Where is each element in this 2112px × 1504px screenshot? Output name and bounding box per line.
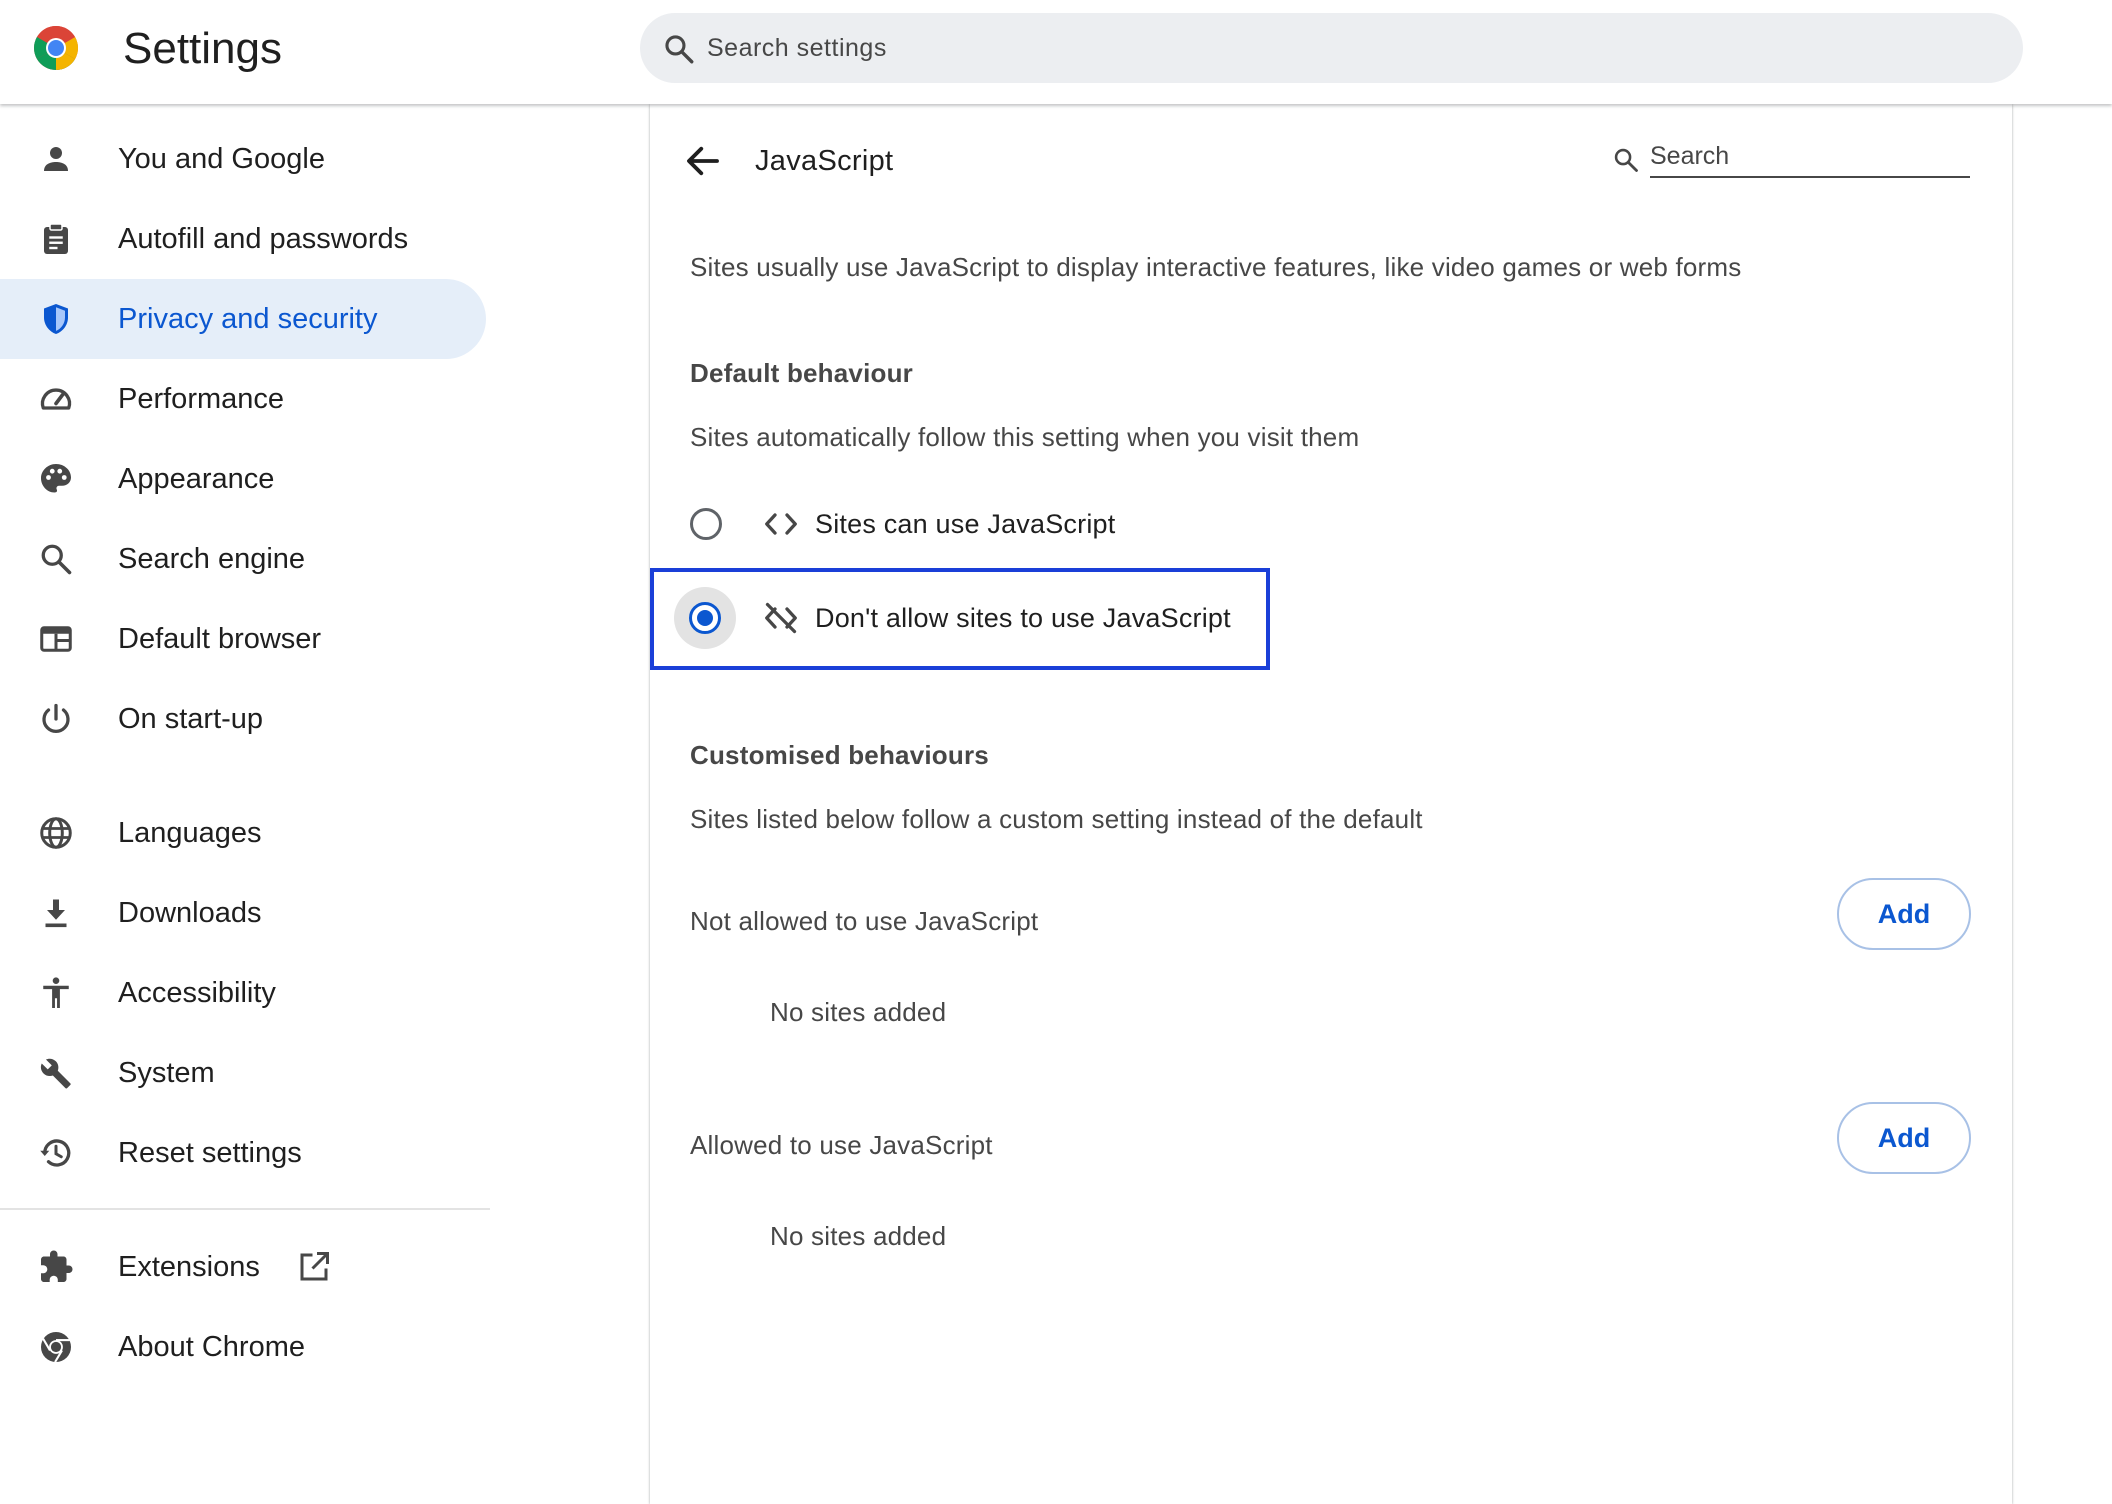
allowed-list-label: Allowed to use JavaScript	[690, 1130, 993, 1160]
sidebar-item-label: Reset settings	[118, 1137, 302, 1169]
not-allowed-list-label: Not allowed to use JavaScript	[690, 906, 1039, 936]
person-icon	[44, 147, 68, 171]
sidebar-divider	[0, 1208, 490, 1210]
palette-icon	[41, 464, 71, 493]
chrome-logo-icon	[34, 26, 78, 70]
option-allow-javascript[interactable]: Sites can use JavaScript	[650, 484, 1270, 564]
sidebar-item-reset-settings[interactable]: Reset settings	[0, 1113, 486, 1193]
option-label: Don't allow sites to use JavaScript	[815, 603, 1231, 633]
app-title: Settings	[123, 24, 282, 73]
sidebar-item-label: Autofill and passwords	[118, 223, 409, 255]
allowed-empty-text: No sites added	[770, 1221, 947, 1251]
sidebar-item-privacy-and-security[interactable]: Privacy and security	[0, 279, 486, 359]
code-icon	[765, 513, 797, 535]
radio-allow-javascript[interactable]	[690, 508, 722, 540]
search-icon	[1614, 148, 1638, 172]
sidebar-item-label: Performance	[118, 383, 285, 415]
sidebar-item-default-browser[interactable]: Default browser	[0, 599, 486, 679]
option-label: Sites can use JavaScript	[815, 509, 1116, 539]
browser-window-icon	[40, 626, 72, 652]
sidebar-item-label: Appearance	[118, 463, 275, 495]
power-icon	[42, 703, 70, 733]
option-block-javascript[interactable]: Don't allow sites to use JavaScript	[650, 568, 1270, 670]
search-placeholder[interactable]: Search settings	[707, 32, 887, 64]
sidebar-item-label: System	[118, 1057, 215, 1089]
default-behaviour-heading: Default behaviour	[690, 358, 913, 388]
sidebar-item-label: On start-up	[118, 703, 264, 735]
default-behaviour-subtext: Sites automatically follow this setting …	[690, 422, 1360, 452]
sidebar-item-accessibility[interactable]: Accessibility	[0, 953, 486, 1033]
sidebar-item-label: Accessibility	[118, 977, 276, 1009]
javascript-settings-card: JavaScript Sites usually use JavaScript …	[650, 104, 2012, 1504]
sidebar-item-label: Downloads	[118, 897, 262, 929]
open-in-new-icon[interactable]	[296, 1249, 332, 1285]
sidebar-item-autofill[interactable]: Autofill and passwords	[0, 199, 486, 279]
accessibility-icon	[43, 977, 69, 1008]
page-title: JavaScript	[755, 145, 894, 177]
sidebar-item-downloads[interactable]: Downloads	[0, 873, 486, 953]
code-off-icon	[765, 602, 797, 634]
site-search-input[interactable]	[1650, 136, 1970, 178]
sub-search	[1612, 136, 1972, 180]
not-allowed-empty-text: No sites added	[770, 997, 947, 1027]
sidebar-item-label: About Chrome	[118, 1331, 305, 1363]
shield-icon	[44, 304, 68, 334]
download-icon	[45, 899, 67, 928]
add-not-allowed-site-button[interactable]: Add	[1837, 878, 1971, 950]
sidebar-item-label: You and Google	[118, 143, 325, 175]
sidebar-item-you-and-google[interactable]: You and Google	[0, 119, 486, 199]
sidebar: You and Google Autofill and passwords Pr…	[0, 104, 490, 1482]
globe-icon	[40, 817, 72, 849]
sidebar-item-extensions[interactable]: Extensions	[0, 1227, 486, 1307]
restore-icon	[40, 1139, 71, 1167]
sidebar-item-label: Default browser	[118, 623, 322, 655]
wrench-icon	[40, 1058, 71, 1089]
top-bar: Settings Search settings	[0, 0, 2112, 104]
sidebar-item-label: Languages	[118, 817, 262, 849]
sidebar-item-system[interactable]: System	[0, 1033, 486, 1113]
sidebar-item-performance[interactable]: Performance	[0, 359, 486, 439]
back-arrow-icon[interactable]	[682, 140, 724, 182]
sidebar-item-label: Search engine	[118, 543, 306, 575]
sidebar-item-about-chrome[interactable]: About Chrome	[0, 1307, 486, 1387]
sidebar-item-search-engine[interactable]: Search engine	[0, 519, 486, 599]
add-allowed-site-button[interactable]: Add	[1837, 1102, 1971, 1174]
puzzle-icon	[41, 1250, 73, 1282]
sidebar-item-languages[interactable]: Languages	[0, 793, 486, 873]
radio-block-javascript[interactable]	[689, 602, 721, 634]
clipboard-icon	[44, 223, 68, 254]
search-icon	[665, 35, 694, 64]
page-description: Sites usually use JavaScript to display …	[690, 252, 1742, 282]
sidebar-item-label: Privacy and security	[118, 303, 378, 335]
sidebar-item-label: Extensions	[118, 1251, 260, 1283]
customised-behaviours-heading: Customised behaviours	[690, 740, 989, 770]
customised-behaviours-subtext: Sites listed below follow a custom setti…	[690, 804, 1423, 834]
search-icon	[41, 544, 72, 575]
speedometer-icon	[40, 388, 72, 410]
sidebar-item-on-startup[interactable]: On start-up	[0, 679, 486, 759]
sidebar-item-appearance[interactable]: Appearance	[0, 439, 486, 519]
chrome-icon	[41, 1332, 71, 1363]
settings-search-bar[interactable]: Search settings	[640, 13, 2023, 83]
